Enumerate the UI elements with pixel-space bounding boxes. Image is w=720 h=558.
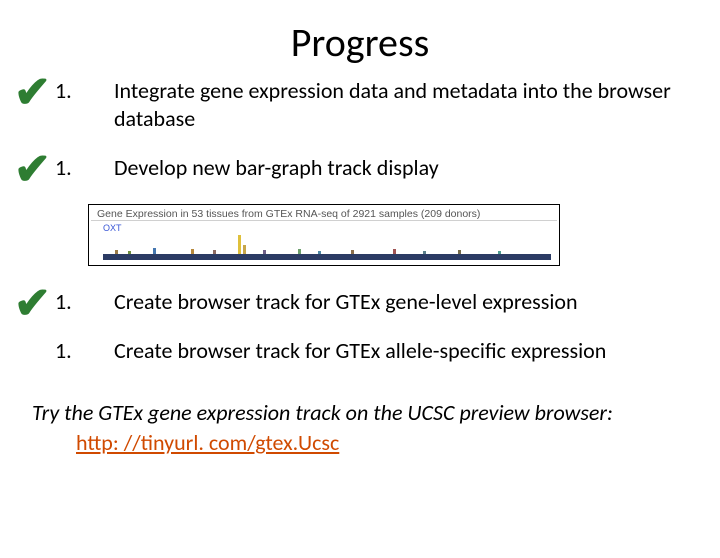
note-link[interactable]: http: //tinyurl. com/gtex.Ucsc: [32, 429, 690, 458]
footer-note: Try the GTEx gene expression track on th…: [0, 399, 720, 458]
item-text: Develop new bar-graph track display: [82, 154, 690, 182]
checkmark-icon: ✔: [14, 148, 51, 192]
list-item: ✔ 1. Integrate gene expression data and …: [0, 77, 720, 132]
page-title: Progress: [0, 18, 720, 67]
bar-graph: [103, 233, 551, 263]
slide: Progress ✔ 1. Integrate gene expression …: [0, 18, 720, 558]
item-text: Integrate gene expression data and metad…: [82, 77, 690, 132]
list-item: ✔ 1. Develop new bar-graph track display: [0, 154, 720, 182]
figure-gene-label: OXT: [89, 221, 559, 233]
item-number: 1.: [55, 154, 72, 182]
item-text: Create browser track for GTEx gene-level…: [82, 288, 690, 316]
list-item: 1. Create browser track for GTEx allele-…: [0, 337, 720, 365]
track-figure: Gene Expression in 53 tissues from GTEx …: [88, 204, 560, 266]
items-list: ✔ 1. Integrate gene expression data and …: [0, 77, 720, 365]
item-number: 1.: [55, 288, 72, 316]
figure-title: Gene Expression in 53 tissues from GTEx …: [91, 205, 557, 221]
item-text: Create browser track for GTEx allele-spe…: [82, 337, 690, 365]
list-item: ✔ 1. Create browser track for GTEx gene-…: [0, 288, 720, 316]
item-number: 1.: [55, 337, 72, 365]
baseline-blocks: [103, 254, 551, 260]
checkmark-icon: ✔: [14, 282, 51, 326]
note-text: Try the GTEx gene expression track on th…: [32, 399, 613, 426]
item-number: 1.: [55, 77, 72, 105]
checkmark-icon: ✔: [14, 71, 51, 115]
